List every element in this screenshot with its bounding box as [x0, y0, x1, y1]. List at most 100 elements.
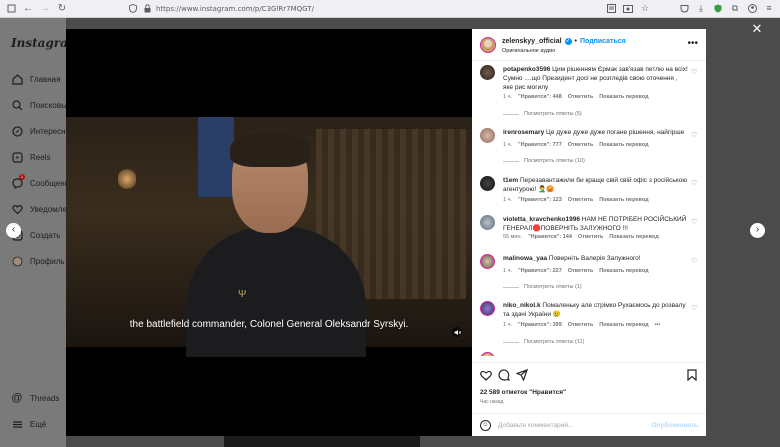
search-icon	[11, 99, 23, 111]
avatar[interactable]	[480, 176, 495, 191]
sidebar-item-profile[interactable]: Профиль	[11, 255, 65, 267]
next-post-button[interactable]: ›	[750, 223, 765, 238]
reply-button[interactable]: Ответить	[578, 234, 603, 240]
download-icon[interactable]: ⤓	[696, 3, 706, 13]
previous-post-button[interactable]: ‹	[6, 223, 21, 238]
sidebar-item-reels[interactable]: Reels	[11, 151, 50, 163]
comment-likes[interactable]: "Нравится": 399	[518, 322, 562, 328]
sidebar-item-notifications[interactable]: Уведомле	[11, 203, 67, 215]
sidebar-item-label: Ещё	[30, 419, 47, 429]
sidebar-item-messages[interactable]: 1 Сообщени	[11, 174, 69, 189]
translate-button[interactable]: Показать перевод	[599, 322, 648, 328]
screenshot-icon[interactable]	[623, 3, 633, 13]
avatar[interactable]	[480, 128, 495, 143]
comment-time[interactable]: 1 ч.	[503, 322, 512, 328]
comment-time[interactable]: 1 ч.	[503, 94, 512, 100]
reply-button[interactable]: Ответить	[568, 197, 593, 203]
url-text[interactable]: https://www.instagram.com/p/C3GlRr7MQGT/	[156, 5, 314, 13]
comment-input[interactable]	[498, 419, 648, 432]
sidebar-item-more[interactable]: Ещё	[11, 418, 46, 430]
mute-icon[interactable]	[452, 327, 462, 337]
address-bar[interactable]: https://www.instagram.com/p/C3GlRr7MQGT/	[128, 2, 314, 15]
reply-button[interactable]: Ответить	[568, 142, 593, 148]
like-heart-icon[interactable]: ♡	[691, 69, 698, 76]
comment-time[interactable]: 1 ч.	[503, 142, 512, 148]
comment-likes[interactable]: "Нравится": 777	[518, 142, 562, 148]
likes-count[interactable]: 22 589 отметок "Нравится"	[480, 389, 566, 396]
avatar[interactable]	[480, 254, 495, 269]
publish-button[interactable]: Опубликовать	[652, 422, 698, 429]
heart-icon	[11, 203, 23, 215]
avatar[interactable]	[480, 37, 496, 53]
like-heart-icon[interactable]: ♡	[691, 258, 698, 265]
pocket-icon[interactable]	[679, 3, 689, 13]
comment-likes[interactable]: "Нравится": 144	[528, 234, 572, 240]
shield-icon[interactable]	[128, 4, 138, 14]
translate-button[interactable]: Показать перевод	[599, 94, 648, 100]
forward-arrow-icon[interactable]: →	[39, 3, 51, 15]
comment-more-icon[interactable]: •••	[655, 322, 661, 328]
comment-time[interactable]: 1 ч.	[503, 197, 512, 203]
comment-username[interactable]: niko_nikol.k	[503, 302, 541, 309]
avatar[interactable]	[480, 301, 495, 316]
like-heart-icon[interactable]: ♡	[691, 132, 698, 139]
share-icon[interactable]	[516, 369, 528, 381]
comment-username[interactable]: potapenko3596	[503, 66, 550, 73]
post-username[interactable]: zelenskyy_official	[502, 38, 562, 45]
like-heart-icon[interactable]	[480, 369, 492, 381]
close-icon[interactable]: ✕	[751, 22, 763, 35]
vpn-shield-icon[interactable]	[713, 3, 723, 13]
sidebar-item-home[interactable]: Главная	[11, 73, 60, 85]
comment-likes[interactable]: "Нравится": 227	[518, 268, 562, 274]
lock-icon[interactable]	[142, 4, 152, 14]
video-subtitle: the battlefield commander, Colonel Gener…	[129, 319, 409, 330]
view-replies-button[interactable]: Посмотреть ответы (1)	[503, 284, 582, 290]
comments-list[interactable]: potapenko3596 Цим рішенням Єрмак зав'яза…	[472, 62, 706, 356]
account-icon[interactable]	[747, 3, 757, 13]
like-heart-icon[interactable]: ♡	[691, 305, 698, 312]
post-time[interactable]: Час назад	[480, 399, 503, 405]
comment-username[interactable]: malinowa_yaa	[503, 255, 547, 262]
translate-button[interactable]: Показать перевод	[609, 234, 658, 240]
audio-label[interactable]: Оригинальное аудио	[502, 48, 555, 54]
post-header: zelenskyy_official ✓ • Подписаться Ориги…	[472, 29, 706, 61]
like-heart-icon[interactable]: ♡	[691, 180, 698, 187]
comment-likes[interactable]: "Нравится": 123	[518, 197, 562, 203]
video-player[interactable]: Ψ the battlefield commander, Colonel Gen…	[66, 29, 472, 436]
more-options-icon[interactable]: •••	[687, 39, 698, 49]
reload-icon[interactable]: ↻	[56, 3, 68, 15]
comment-icon[interactable]	[498, 369, 510, 381]
translate-button[interactable]: Показать перевод	[599, 197, 648, 203]
view-replies-button[interactable]: Посмотреть ответы (5)	[503, 111, 582, 117]
bookmark-star-icon[interactable]: ☆	[640, 3, 650, 13]
avatar[interactable]	[480, 352, 495, 356]
comment-username[interactable]: violetta_kravchenko1996	[503, 216, 580, 223]
comment-time[interactable]: 55 мин.	[503, 234, 522, 240]
sidebar-item-explore[interactable]: Интересно	[11, 125, 70, 137]
follow-button[interactable]: Подписаться	[580, 38, 626, 45]
translate-button[interactable]: Показать перевод	[599, 142, 648, 148]
view-replies-button[interactable]: Посмотреть ответы (10)	[503, 158, 585, 164]
back-arrow-icon[interactable]: ←	[22, 3, 34, 15]
translate-button[interactable]: Показать перевод	[599, 268, 648, 274]
bookmark-icon[interactable]	[686, 369, 698, 381]
comment-likes[interactable]: "Нравится": 448	[518, 94, 562, 100]
view-replies-button[interactable]: Посмотреть ответы (11)	[503, 339, 584, 345]
like-heart-icon[interactable]: ♡	[691, 219, 698, 226]
comment-time[interactable]: 1 ч.	[503, 268, 512, 274]
app-menu-icon[interactable]: ≡	[764, 3, 774, 13]
comment-username[interactable]: irenrosemary	[503, 129, 544, 136]
emoji-icon[interactable]: ☺	[480, 420, 491, 431]
sidebar-item-threads[interactable]: @ Threads	[11, 392, 59, 404]
extensions-icon[interactable]: ⧉	[730, 3, 740, 13]
reply-button[interactable]: Ответить	[568, 94, 593, 100]
sidebar-item-search[interactable]: Поисковы	[11, 99, 67, 111]
comment-username[interactable]: t1em	[503, 177, 518, 184]
avatar[interactable]	[480, 65, 495, 80]
reader-view-icon[interactable]	[606, 3, 616, 13]
tabs-icon[interactable]	[5, 3, 17, 15]
avatar[interactable]	[480, 215, 495, 230]
reply-button[interactable]: Ответить	[568, 322, 593, 328]
sidebar-item-label: Уведомле	[30, 204, 67, 214]
reply-button[interactable]: Ответить	[568, 268, 593, 274]
